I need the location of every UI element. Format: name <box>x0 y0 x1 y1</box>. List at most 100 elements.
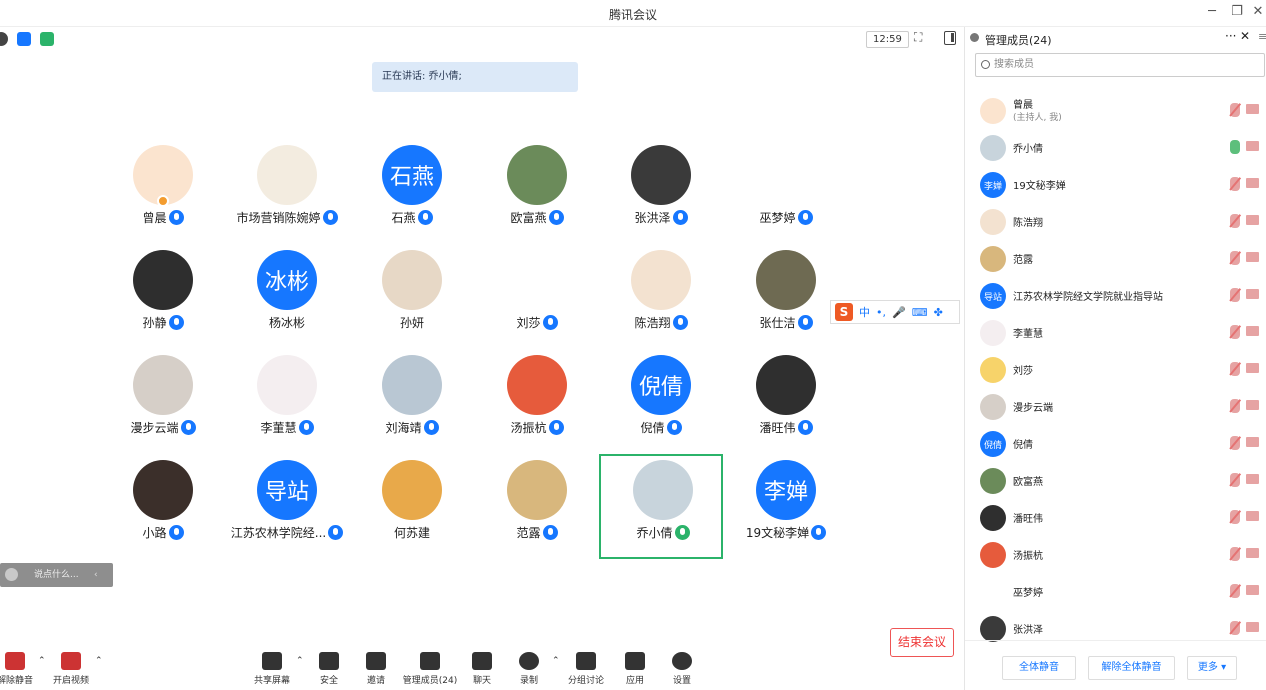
participant-tile[interactable]: 李董慧 <box>225 355 349 460</box>
member-row[interactable]: 欧富燕 <box>965 463 1266 499</box>
mic-on-icon[interactable] <box>1230 140 1240 154</box>
mic-muted-icon[interactable] <box>1230 547 1240 561</box>
ime-apps-icon[interactable]: ✤ <box>934 306 943 319</box>
mute-all-button[interactable]: 全体静音 <box>1002 656 1076 680</box>
participant-tile[interactable]: 市场营销陈婉婷 <box>225 145 349 250</box>
camera-off-icon[interactable] <box>1246 215 1259 225</box>
participant-tile[interactable]: 漫步云端 <box>101 355 225 460</box>
unmute-all-button[interactable]: 解除全体静音 <box>1088 656 1175 680</box>
mic-muted-icon[interactable] <box>1230 325 1240 339</box>
camera-off-icon[interactable] <box>1246 141 1259 151</box>
mic-muted-icon[interactable] <box>1230 177 1240 191</box>
chat-collapse-icon[interactable]: ‹ <box>94 563 98 587</box>
ime-keyboard-icon[interactable]: ⌨ <box>912 306 928 319</box>
camera-off-icon[interactable] <box>1246 474 1259 484</box>
camera-off-icon[interactable] <box>1246 289 1259 299</box>
member-row[interactable]: 巫梦婷 <box>965 574 1266 610</box>
member-search-input[interactable]: 搜索成员 <box>975 53 1265 77</box>
info-icon[interactable] <box>0 32 8 46</box>
camera-off-icon[interactable] <box>1246 178 1259 188</box>
mic-muted-icon[interactable] <box>1230 584 1240 598</box>
panel-more-button[interactable]: ··· <box>1225 29 1236 43</box>
mic-muted-icon[interactable] <box>1230 362 1240 376</box>
camera-off-icon[interactable] <box>1246 437 1259 447</box>
member-row[interactable]: 范露 <box>965 241 1266 277</box>
participant-tile[interactable]: 导站 江苏农林学院经... <box>225 460 349 565</box>
member-row[interactable]: 倪倩 倪倩 <box>965 426 1266 462</box>
restore-button[interactable]: ❐ <box>1227 4 1247 19</box>
participant-tile[interactable]: 范露 <box>475 460 599 565</box>
camera-off-icon[interactable] <box>1246 400 1259 410</box>
member-row[interactable]: 刘莎 <box>965 352 1266 388</box>
participant-tile[interactable]: 何苏建 <box>350 460 474 565</box>
mic-muted-icon[interactable] <box>1230 251 1240 265</box>
camera-off-icon[interactable] <box>1246 363 1259 373</box>
mic-muted-icon[interactable] <box>1230 288 1240 302</box>
mic-muted-icon[interactable] <box>1230 621 1240 635</box>
member-row[interactable]: 潘旺伟 <box>965 500 1266 536</box>
participant-tile[interactable]: 孙静 <box>101 250 225 355</box>
camera-off-icon[interactable] <box>1246 104 1259 114</box>
share-screen-button[interactable]: 共享屏幕 <box>249 652 295 686</box>
participant-tile[interactable]: 欧富燕 <box>475 145 599 250</box>
chat-input-bar[interactable]: 说点什么... ‹ <box>0 563 113 587</box>
emoji-icon[interactable] <box>5 568 18 581</box>
camera-off-icon[interactable] <box>1246 548 1259 558</box>
video-options-caret[interactable]: ⌃ <box>95 656 103 666</box>
mic-muted-icon[interactable] <box>1230 510 1240 524</box>
camera-off-icon[interactable] <box>1246 622 1259 632</box>
ime-voice-icon[interactable]: 🎤 <box>892 306 906 319</box>
participant-tile[interactable]: 汤振杭 <box>475 355 599 460</box>
participant-tile[interactable]: 曾晨 <box>101 145 225 250</box>
record-button[interactable]: 录制 <box>506 652 552 686</box>
member-row[interactable]: 李婵 19文秘李婵 <box>965 167 1266 203</box>
camera-off-icon[interactable] <box>1246 585 1259 595</box>
breakout-button[interactable]: 分组讨论 <box>563 652 609 686</box>
mic-muted-icon[interactable] <box>1230 473 1240 487</box>
participant-tile[interactable]: 刘莎 <box>475 250 599 355</box>
participant-tile[interactable]: 刘海靖 <box>350 355 474 460</box>
panel-menu-icon[interactable]: ≡ <box>1258 30 1266 43</box>
apps-button[interactable]: 应用 <box>612 652 658 686</box>
camera-off-icon[interactable] <box>1246 511 1259 521</box>
chat-button[interactable]: 聊天 <box>459 652 505 686</box>
shield-icon[interactable] <box>17 32 31 46</box>
settings-button[interactable]: 设置 <box>659 652 705 686</box>
share-options-caret[interactable]: ⌃ <box>296 656 304 666</box>
camera-off-icon[interactable] <box>1246 326 1259 336</box>
member-row[interactable]: 汤振杭 <box>965 537 1266 573</box>
participant-tile[interactable]: 乔小倩 <box>599 454 723 559</box>
member-row[interactable]: 陈浩翔 <box>965 204 1266 240</box>
minimize-button[interactable]: ─ <box>1202 4 1222 19</box>
mic-muted-icon[interactable] <box>1230 399 1240 413</box>
participant-tile[interactable]: 巫梦婷 <box>724 145 848 250</box>
member-row[interactable]: 李董慧 <box>965 315 1266 351</box>
record-options-caret[interactable]: ⌃ <box>552 656 560 666</box>
participant-tile[interactable]: 石燕 石燕 <box>350 145 474 250</box>
participant-tile[interactable]: 李婵 19文秘李婵 <box>724 460 848 565</box>
ime-punctuation-toggle[interactable]: •, <box>876 306 886 319</box>
mic-muted-icon[interactable] <box>1230 103 1240 117</box>
member-row[interactable]: 曾晨 (主持人, 我) <box>965 93 1266 129</box>
signal-icon[interactable] <box>40 32 54 46</box>
end-meeting-button[interactable]: 结束会议 <box>890 628 954 657</box>
more-options-button[interactable]: 更多 ▾ <box>1187 656 1237 680</box>
close-button[interactable]: ✕ <box>1248 4 1266 19</box>
member-row[interactable]: 漫步云端 <box>965 389 1266 425</box>
participant-tile[interactable]: 孙妍 <box>350 250 474 355</box>
layout-toggle-icon[interactable] <box>944 31 956 45</box>
participant-tile[interactable]: 潘旺伟 <box>724 355 848 460</box>
member-row[interactable]: 乔小倩 <box>965 130 1266 166</box>
invite-button[interactable]: 邀请 <box>353 652 399 686</box>
participant-tile[interactable]: 张洪泽 <box>599 145 723 250</box>
panel-close-button[interactable]: ✕ <box>1240 29 1250 43</box>
ime-logo[interactable]: S <box>835 303 853 321</box>
participant-tile[interactable]: 小路 <box>101 460 225 565</box>
start-video-button[interactable]: 开启视频 <box>48 652 94 686</box>
member-row[interactable]: 导站 江苏农林学院经文学院就业指导站 <box>965 278 1266 314</box>
participant-tile[interactable]: 冰彬 杨冰彬 <box>225 250 349 355</box>
fullscreen-icon[interactable]: ⛶ <box>914 30 922 45</box>
unmute-button[interactable]: 解除静音 <box>0 652 38 686</box>
participant-tile[interactable]: 倪倩 倪倩 <box>599 355 723 460</box>
mic-muted-icon[interactable] <box>1230 214 1240 228</box>
